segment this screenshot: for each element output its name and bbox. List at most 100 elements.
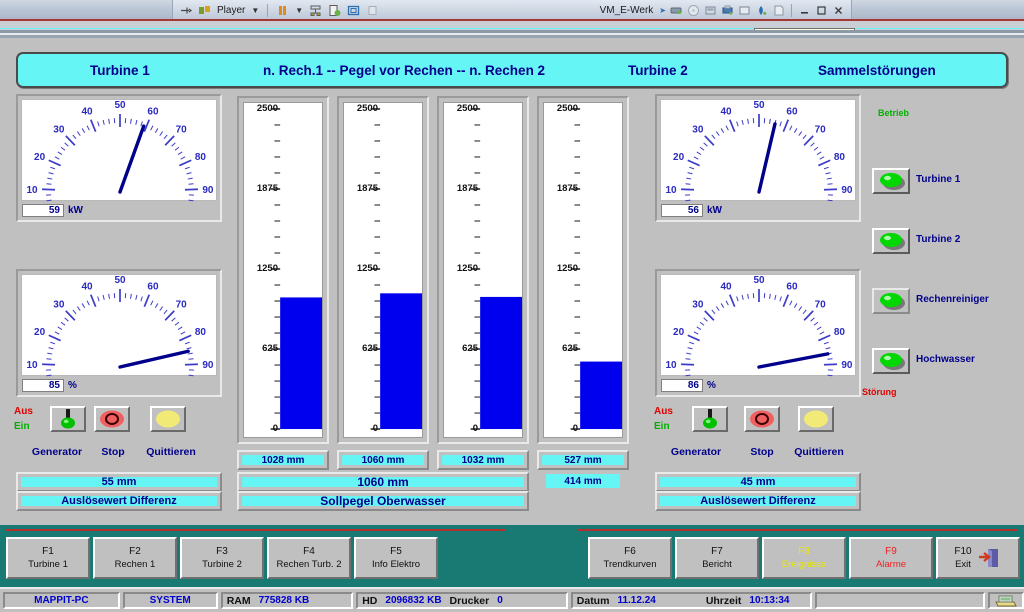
svg-text:20: 20 xyxy=(673,327,685,338)
function-key-f10-label: Exit xyxy=(955,558,971,571)
function-key-f4[interactable]: F4 Rechen Turb. 2 xyxy=(267,537,351,579)
function-key-f8[interactable]: F8 Ereignisse xyxy=(762,537,846,579)
gauge-turbine1-power-dial: 0102030405060708090100 xyxy=(22,100,218,202)
right-diff-value: 45 mm xyxy=(655,472,861,492)
function-key-f7[interactable]: F7 Bericht xyxy=(675,537,759,579)
setpoint-oberwasser-value-text: 1060 mm xyxy=(242,477,524,487)
status-system: SYSTEM xyxy=(123,592,218,609)
status-lamp-rechenreiniger-label: Rechenreiniger xyxy=(916,294,989,305)
status-pc-name-text: MAPPIT-PC xyxy=(34,595,88,606)
function-key-f8-key: F8 xyxy=(798,545,810,558)
svg-text:20: 20 xyxy=(34,327,46,338)
function-key-f1-key: F1 xyxy=(42,545,54,558)
status-lamp-rechenreiniger[interactable] xyxy=(872,288,910,314)
bar-chart-n-rechen-2[interactable]: 0625125018752500 xyxy=(437,96,529,444)
left-diff-value: 55 mm xyxy=(16,472,222,492)
left-quittieren-button[interactable] xyxy=(150,406,186,432)
left-diff-label: Auslösewert Differenz xyxy=(16,491,222,511)
setpoint-oberwasser-label: Sollpegel Oberwasser xyxy=(237,491,529,511)
svg-text:50: 50 xyxy=(114,275,126,286)
status-lamp-turbine-2[interactable] xyxy=(872,228,910,254)
gauge-turbine2-power-value: 56 xyxy=(661,204,703,217)
status-ram-label: RAM xyxy=(227,595,251,607)
screen-title-bar: Turbine 1 n. Rech.1 -- Pegel vor Rechen … xyxy=(16,52,1008,88)
status-system-text: SYSTEM xyxy=(150,595,191,606)
function-key-f2-label: Rechen 1 xyxy=(115,558,156,571)
function-key-f3[interactable]: F3 Turbine 2 xyxy=(180,537,264,579)
bar-chart-pegel-vor-rechen[interactable]: 0625125018752500 xyxy=(337,96,429,444)
svg-text:10: 10 xyxy=(665,360,677,371)
bar-tick-label: 2500 xyxy=(244,103,278,114)
svg-text:60: 60 xyxy=(147,106,159,117)
bar-tick-label: 1250 xyxy=(344,263,378,274)
bar-chart-unterwasser[interactable]: 0625125018752500 xyxy=(537,96,629,444)
gauge-turbine1-power[interactable]: 0102030405060708090100 59 kW xyxy=(16,94,222,222)
bar-tick-label: 0 xyxy=(444,423,478,434)
gauge-turbine2-power-readout: 56 kW xyxy=(661,204,722,217)
bar-chart-n-rechen-1[interactable]: 0625125018752500 xyxy=(237,96,329,444)
function-key-f9-key: F9 xyxy=(885,545,897,558)
left-stop-button[interactable] xyxy=(94,406,130,432)
svg-text:10: 10 xyxy=(26,360,38,371)
setpoint-unterwasser-value-text: 414 mm xyxy=(564,476,601,487)
gauge-turbine2-power[interactable]: 0102030405060708090100 56 kW xyxy=(655,94,861,222)
function-key-f8-label: Ereignisse xyxy=(782,558,826,571)
status-printer-icon-cell[interactable] xyxy=(988,592,1024,609)
function-key-bar: F1 Turbine 1 F2 Rechen 1 F3 Turbine 2 F4… xyxy=(0,525,1024,587)
gauge-turbine2-power-dial: 0102030405060708090100 xyxy=(661,100,857,202)
bar-tick-label: 1875 xyxy=(344,183,378,194)
right-generator-button[interactable] xyxy=(692,406,728,432)
gauge-turbine2-power-unit: kW xyxy=(707,205,722,216)
svg-text:40: 40 xyxy=(720,106,732,117)
bar-value-unterwasser: 527 mm xyxy=(537,450,629,470)
bar-tick-label: 1875 xyxy=(544,183,578,194)
gauge-turbine2-opening-value: 86 xyxy=(661,379,703,392)
gauge-turbine1-opening-dial: 0102030405060708090100 xyxy=(22,275,218,377)
bar-tick-label: 0 xyxy=(244,423,278,434)
function-key-f3-key: F3 xyxy=(216,545,228,558)
generator-switch-icon xyxy=(56,408,80,430)
bar-tick-label: 1875 xyxy=(244,183,278,194)
right-state-on-label: Ein xyxy=(654,421,670,432)
left-state-on-label: Ein xyxy=(14,421,30,432)
function-key-f9[interactable]: F9 Alarme xyxy=(849,537,933,579)
function-key-f5[interactable]: F5 Info Elektro xyxy=(354,537,438,579)
left-generator-button[interactable] xyxy=(50,406,86,432)
svg-text:90: 90 xyxy=(202,185,214,196)
status-lamp-turbine-1[interactable] xyxy=(872,168,910,194)
svg-text:20: 20 xyxy=(673,152,685,163)
bar-value-pegel-vor-rechen: 1060 mm xyxy=(337,450,429,470)
bar-tick-label: 1250 xyxy=(244,263,278,274)
status-ram: RAM 775828 KB xyxy=(221,592,354,609)
svg-text:50: 50 xyxy=(753,275,765,286)
function-bar-accent-left xyxy=(6,529,506,531)
function-key-f10[interactable]: F10 Exit xyxy=(936,537,1020,579)
setpoint-unterwasser-value: 414 mm xyxy=(546,474,620,488)
status-lamp-turbine-2-label: Turbine 2 xyxy=(916,234,960,245)
status-ram-value: 775828 KB xyxy=(259,595,310,606)
gauge-turbine2-opening[interactable]: 0102030405060708090100 86 % xyxy=(655,269,861,397)
bar-tick-label: 1875 xyxy=(444,183,478,194)
gauge-turbine2-opening-dial: 0102030405060708090100 xyxy=(661,275,857,377)
function-key-f4-key: F4 xyxy=(303,545,315,558)
svg-text:30: 30 xyxy=(692,125,704,136)
status-lamp-hochwasser[interactable] xyxy=(872,348,910,374)
bar-tick-label: 625 xyxy=(444,343,478,354)
svg-text:40: 40 xyxy=(720,281,732,292)
gauge-turbine2-power-face: 0102030405060708090100 xyxy=(660,99,856,201)
function-key-f1[interactable]: F1 Turbine 1 xyxy=(6,537,90,579)
right-state-off-label: Aus xyxy=(654,406,673,417)
right-quittieren-button[interactable] xyxy=(798,406,834,432)
svg-text:10: 10 xyxy=(26,185,38,196)
right-stop-button[interactable] xyxy=(744,406,780,432)
svg-text:70: 70 xyxy=(815,300,827,311)
marquee-banner-container: www.rothenbacher-gmbh.de HOTLEIN 24/7 01… xyxy=(0,14,1024,29)
function-key-f6[interactable]: F6 Trendkurven xyxy=(588,537,672,579)
status-date-label: Datum xyxy=(577,595,610,607)
page-title-turbine2: Turbine 2 xyxy=(628,63,688,78)
bar-tick-label: 625 xyxy=(544,343,578,354)
gauge-turbine2-opening-face: 0102030405060708090100 xyxy=(660,274,856,376)
gauge-turbine1-opening[interactable]: 0102030405060708090100 85 % xyxy=(16,269,222,397)
gauge-turbine1-power-readout: 59 kW xyxy=(22,204,83,217)
function-key-f2[interactable]: F2 Rechen 1 xyxy=(93,537,177,579)
